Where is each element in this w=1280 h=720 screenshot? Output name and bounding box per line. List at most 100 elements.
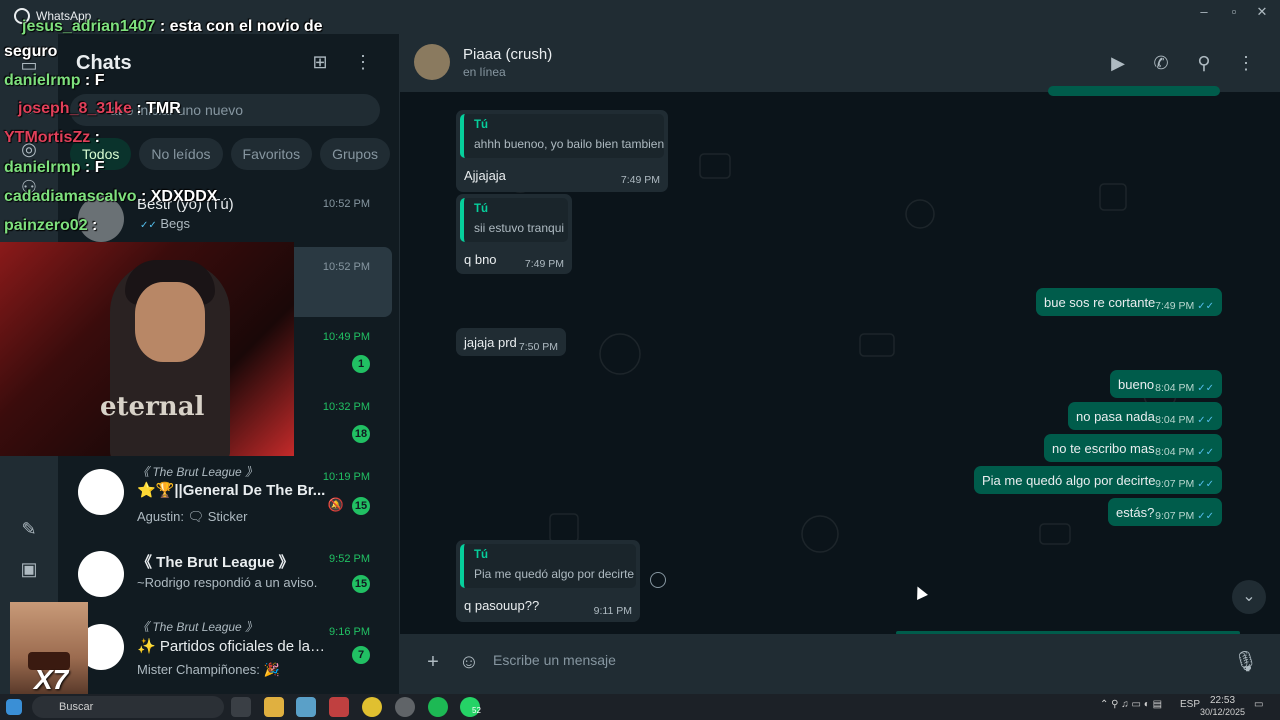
chat-time: 10:52 PM — [322, 261, 370, 273]
windows-start-icon[interactable] — [6, 699, 22, 715]
message-in[interactable]: Tú Pia me quedó algo por decirte q pasou… — [456, 540, 640, 622]
message-time: 7:49 PM — [524, 258, 564, 270]
chat-name: ⭐🏆||General De The Br... — [137, 482, 326, 499]
message-placeholder: Escribe un mensaje — [493, 652, 616, 668]
tray-icons[interactable]: ⌃ ⚲ ♫ ▭ ◐ ▤ — [1100, 699, 1162, 710]
react-emoji-icon[interactable] — [650, 572, 666, 588]
voice-call-icon[interactable]: ✆ — [1149, 51, 1173, 75]
chat-item[interactable]: 《 The Brut League 》 ⭐🏆||General De The B… — [58, 457, 392, 535]
quoted-message[interactable]: Tú ahhh buenoo, yo bailo bien tambien — [460, 114, 664, 158]
message-in[interactable]: Tú sii estuvo tranqui q bno 7:49 PM — [456, 194, 572, 274]
chat-name: ✨ Partidos oficiales de la Brut... — [137, 638, 327, 655]
starred-icon[interactable]: ✎ — [18, 518, 40, 540]
filter-no-leidos[interactable]: No leídos — [139, 138, 223, 170]
community-name: 《 The Brut League 》 — [137, 465, 258, 479]
message-time: 7:49 PM — [620, 174, 660, 186]
sticker-icon[interactable]: ☺ — [457, 650, 481, 674]
quote-author: Tú — [474, 119, 489, 131]
clock-date[interactable]: 30/12/2025 — [1200, 707, 1245, 717]
chat-item[interactable]: 《 The Brut League 》 ~Rodrigo respondió a… — [58, 539, 392, 609]
task-view-icon[interactable] — [231, 697, 251, 717]
filter-todos[interactable]: Todos — [70, 138, 132, 170]
message-out[interactable]: bueno 8:04 PM ✓✓ — [1110, 370, 1222, 398]
contact-name[interactable]: Piaaa (crush) — [463, 46, 552, 63]
message-time: 8:04 PM ✓✓ — [1155, 382, 1214, 394]
scroll-down-button[interactable]: ⌄ — [1232, 580, 1266, 614]
conversation-header[interactable]: Piaaa (crush) en línea ▶ ✆ ⚲ ⋮ — [400, 34, 1280, 92]
obs-icon[interactable] — [395, 697, 415, 717]
file-explorer-icon[interactable] — [264, 697, 284, 717]
community-name: 《 The Brut League 》 — [137, 620, 258, 634]
app-icon[interactable] — [296, 697, 316, 717]
message-time: 9:11 PM — [593, 605, 632, 617]
message-time: 8:04 PM ✓✓ — [1155, 414, 1214, 426]
message-in[interactable]: Tú ahhh buenoo, yo bailo bien tambien Aj… — [456, 110, 668, 192]
menu-icon[interactable]: ⋮ — [1234, 51, 1258, 75]
message-text: estás? — [1116, 505, 1155, 520]
message-out[interactable]: no pasa nada 8:04 PM ✓✓ — [1068, 402, 1222, 430]
message-out[interactable]: Pia me quedó algo por decirte 9:07 PM ✓✓ — [974, 466, 1222, 494]
status-icon[interactable]: ◌ — [18, 98, 40, 120]
microphone-icon[interactable]: 🎙 — [1233, 650, 1258, 674]
notifications-icon[interactable]: ▭ — [1254, 699, 1263, 710]
message-text: bueno — [1118, 377, 1155, 392]
quote-text: sii estuvo tranqui — [474, 221, 565, 235]
taskbar-search[interactable]: Buscar — [32, 696, 224, 718]
app-title: WhatsApp — [14, 8, 91, 24]
chats-icon[interactable]: ▭ — [18, 54, 40, 76]
message-text: no pasa nada — [1076, 409, 1155, 424]
search-icon[interactable]: ⚲ — [1192, 51, 1216, 75]
menu-icon[interactable]: ⋮ — [351, 52, 375, 73]
read-ticks-icon: ✓✓ — [1197, 415, 1214, 426]
avatar — [78, 196, 124, 242]
whatsapp-badge: 52 — [472, 706, 481, 715]
message-time: 8:04 PM ✓✓ — [1155, 446, 1214, 458]
attach-plus-icon[interactable]: + — [421, 650, 445, 674]
new-chat-icon[interactable]: ⊞ — [308, 52, 332, 73]
message-text: q bno — [464, 252, 497, 267]
unread-badge: 7 — [352, 646, 370, 664]
contact-avatar[interactable] — [414, 44, 450, 80]
group-avatar — [78, 469, 124, 515]
read-ticks-icon: ✓✓ — [1197, 447, 1214, 458]
message-out[interactable]: bue sos re cortante 7:49 PM ✓✓ — [1036, 288, 1222, 316]
chat-time: 10:49 PM — [322, 331, 370, 343]
app-name: WhatsApp — [36, 9, 92, 23]
chat-item[interactable]: 《 The Brut League 》 ✨ Partidos oficiales… — [58, 612, 392, 690]
chat-preview: ✓✓ Begs — [140, 216, 191, 231]
quote-author: Tú — [474, 549, 489, 561]
chat-name: Bestr (yo) (Tú) — [137, 196, 234, 213]
clock-time[interactable]: 22:53 — [1210, 695, 1235, 706]
app-icon[interactable] — [329, 697, 349, 717]
language-indicator[interactable]: ESP — [1180, 699, 1200, 710]
message-time: 9:07 PM ✓✓ — [1155, 478, 1214, 490]
message-out[interactable]: estás? 9:07 PM ✓✓ — [1108, 498, 1222, 526]
close-icon[interactable]: ✕ — [1244, 4, 1280, 20]
search-input[interactable]: at o iniciar uno nuevo — [70, 94, 380, 126]
spotify-icon[interactable] — [428, 697, 448, 717]
unread-badge: 15 — [352, 497, 370, 515]
media-icon[interactable]: ▣ — [18, 558, 40, 580]
read-ticks-icon: ✓✓ — [1197, 301, 1214, 312]
meme-label: X7 — [34, 664, 69, 694]
read-ticks-icon: ✓✓ — [1197, 383, 1214, 394]
channels-icon[interactable]: ◎ — [18, 138, 40, 160]
quote-author: Tú — [474, 203, 489, 215]
chat-preview: Mister Champiñones: 🎉 — [137, 662, 280, 677]
communities-icon[interactable]: ⚇ — [18, 176, 40, 198]
quoted-message[interactable]: Tú sii estuvo tranqui — [460, 198, 568, 242]
filter-favoritos[interactable]: Favoritos — [230, 138, 313, 170]
chrome-icon[interactable] — [362, 697, 382, 717]
video-call-icon[interactable]: ▶ — [1106, 51, 1130, 75]
taskbar-search-label: Buscar — [59, 701, 94, 713]
filter-grupos[interactable]: Grupos — [320, 138, 391, 170]
unread-badge: 15 — [352, 575, 370, 593]
message-in[interactable]: jajaja prd 7:50 PM — [456, 328, 566, 356]
message-text: bue sos re cortante — [1044, 295, 1156, 310]
unread-badge: 18 — [352, 425, 370, 443]
chat-time: 10:32 PM — [322, 401, 370, 413]
quoted-message[interactable]: Tú Pia me quedó algo por decirte — [460, 544, 636, 588]
read-ticks-icon: ✓✓ — [140, 220, 157, 231]
message-out[interactable]: no te escribo mas 8:04 PM ✓✓ — [1044, 434, 1222, 462]
muted-icon: 🔕 — [327, 497, 344, 512]
